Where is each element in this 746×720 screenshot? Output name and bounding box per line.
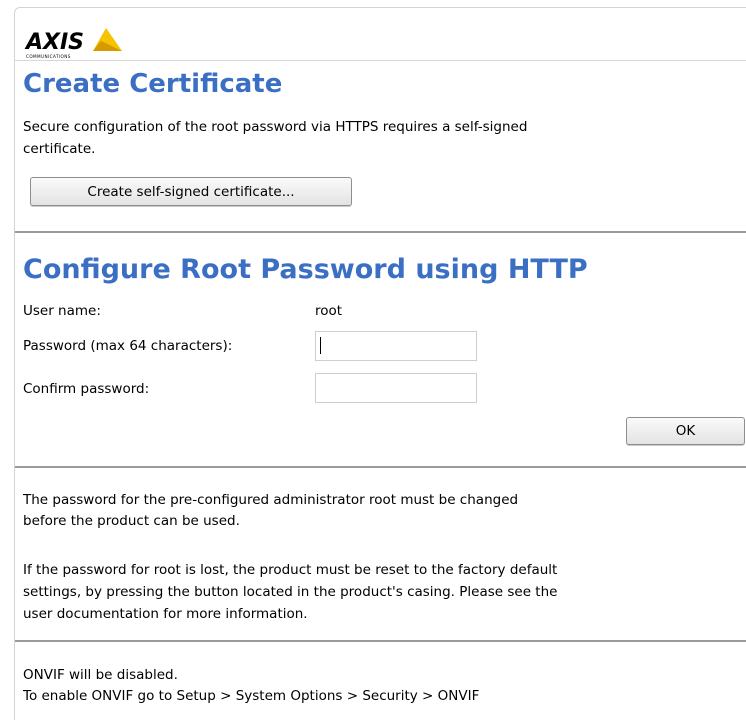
ok-button[interactable]: OK — [626, 417, 745, 445]
section-divider — [15, 640, 746, 642]
create-certificate-title: Create Certificate — [23, 69, 283, 99]
lost-password-note-line-1: If the password for root is lost, the pr… — [23, 562, 558, 578]
svg-text:AXIS: AXIS — [24, 30, 84, 55]
header-divider — [15, 60, 746, 61]
certificate-description-line-1: Secure configuration of the root passwor… — [23, 119, 528, 135]
confirm-password-input[interactable] — [315, 373, 477, 403]
onvif-disabled-note: ONVIF will be disabled. — [23, 667, 178, 683]
lost-password-note-line-3: user documentation for more information. — [23, 606, 308, 622]
axis-logo: AXIS COMMUNICATIONS — [24, 28, 122, 59]
lost-password-note-line-2: settings, by pressing the button located… — [23, 584, 558, 600]
onvif-enable-instructions: To enable ONVIF go to Setup > System Opt… — [23, 688, 480, 704]
section-divider — [15, 231, 746, 233]
text-cursor — [320, 337, 321, 354]
change-password-note-line-1: The password for the pre-configured admi… — [23, 492, 519, 508]
section-divider — [15, 466, 746, 468]
change-password-note-line-2: before the product can be used. — [23, 513, 240, 529]
username-label: User name: — [23, 303, 101, 319]
confirm-password-label: Confirm password: — [23, 381, 150, 397]
create-self-signed-certificate-button[interactable]: Create self-signed certificate... — [30, 177, 352, 206]
password-input[interactable] — [315, 331, 477, 361]
svg-text:COMMUNICATIONS: COMMUNICATIONS — [26, 54, 71, 59]
password-label: Password (max 64 characters): — [23, 338, 233, 354]
configure-root-password-title: Configure Root Password using HTTP — [23, 254, 588, 285]
username-value: root — [315, 303, 343, 319]
certificate-description-line-2: certificate. — [23, 141, 96, 157]
